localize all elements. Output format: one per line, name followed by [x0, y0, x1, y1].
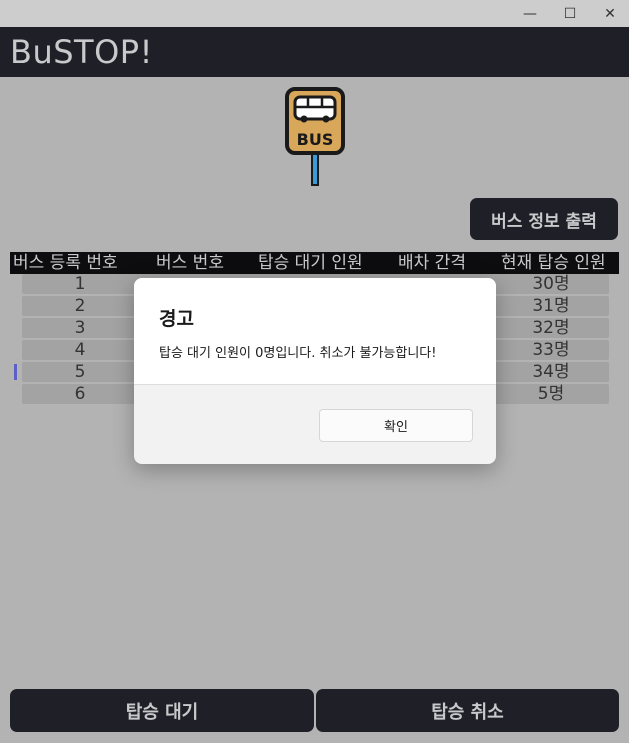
cell-current: 32명 [532, 318, 570, 338]
close-button[interactable]: ✕ [592, 0, 628, 27]
app-title: BuSTOP! [10, 33, 153, 71]
bus-stop-sign-icon: BUS [284, 86, 346, 188]
column-header-reg[interactable]: 버스 등록 번호 [13, 252, 118, 274]
cell-reg: 3 [74, 318, 86, 338]
cell-current: 30명 [532, 274, 570, 294]
cell-current: 34명 [532, 362, 570, 382]
cell-reg: 5 [74, 362, 86, 382]
minimize-button[interactable]: — [512, 0, 548, 27]
app-window: — ☐ ✕ BuSTOP! BUS 버스 정보 출력 버스 등록 번호 버스 번… [0, 0, 629, 743]
cell-reg: 2 [74, 296, 86, 316]
dialog-ok-button[interactable]: 확인 [319, 409, 473, 442]
board-cancel-button[interactable]: 탑승 취소 [316, 689, 619, 732]
column-header-interval[interactable]: 배차 간격 [398, 252, 466, 274]
column-header-bus-number[interactable]: 버스 번호 [156, 252, 224, 274]
dialog-message: 탑승 대기 인원이 0명입니다. 취소가 불가능합니다! [159, 346, 437, 361]
cell-reg: 6 [74, 384, 86, 404]
dialog-title: 경고 [159, 308, 194, 330]
warning-dialog: 경고 탑승 대기 인원이 0명입니다. 취소가 불가능합니다! 확인 [134, 278, 496, 464]
cell-reg: 1 [74, 274, 86, 294]
logo-text: BUS [297, 130, 334, 149]
column-header-waiting[interactable]: 탑승 대기 인원 [258, 252, 363, 274]
cell-current: 33명 [532, 340, 570, 360]
print-bus-info-button[interactable]: 버스 정보 출력 [470, 198, 618, 240]
window-titlebar: — ☐ ✕ [0, 0, 629, 27]
selected-row-indicator [14, 364, 17, 380]
table-header: 버스 등록 번호 버스 번호 탑승 대기 인원 배차 간격 현재 탑승 인원 [10, 252, 619, 274]
cell-current: 31명 [532, 296, 570, 316]
cell-current: 5명 [537, 384, 565, 404]
board-wait-button[interactable]: 탑승 대기 [10, 689, 314, 732]
cell-reg: 4 [74, 340, 86, 360]
app-header: BuSTOP! [0, 27, 629, 77]
dialog-content: 경고 탑승 대기 인원이 0명입니다. 취소가 불가능합니다! [134, 278, 496, 385]
maximize-button[interactable]: ☐ [552, 0, 588, 27]
column-header-current[interactable]: 현재 탑승 인원 [501, 252, 606, 274]
